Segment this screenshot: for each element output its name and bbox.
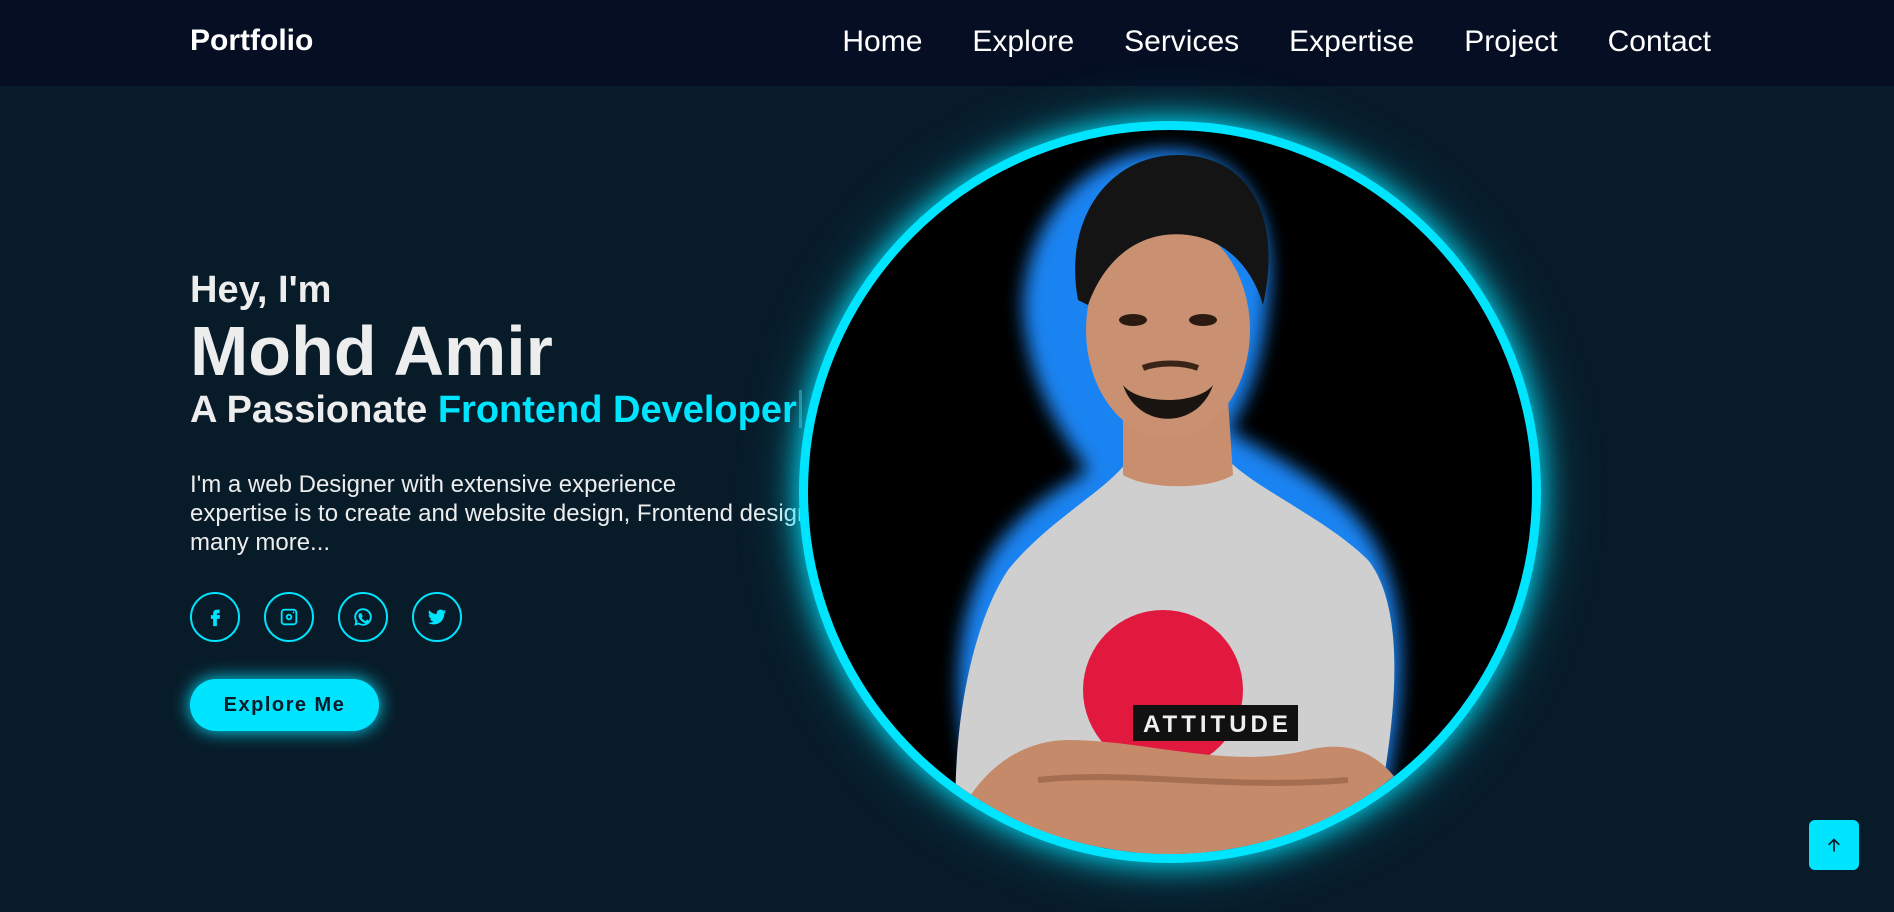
nav-explore[interactable]: Explore	[972, 24, 1074, 60]
nav-links: Home Explore Services Expertise Project …	[842, 24, 1711, 60]
shirt-text: ATTITUDE	[1143, 711, 1292, 738]
tagline-prefix: A Passionate	[190, 389, 438, 431]
facebook-icon	[210, 609, 221, 627]
greeting: Hey, I'm	[190, 269, 332, 311]
nav-project[interactable]: Project	[1464, 24, 1557, 60]
logo[interactable]: Portfolio	[190, 24, 313, 58]
whatsapp-link[interactable]	[338, 592, 388, 642]
nav-home[interactable]: Home	[842, 24, 922, 60]
hero-tagline: A Passionate Frontend Developer	[190, 388, 910, 432]
explore-me-button[interactable]: Explore Me	[190, 679, 379, 731]
twitter-link[interactable]	[412, 592, 462, 642]
whatsapp-icon	[354, 608, 372, 626]
navbar: Portfolio Home Explore Services Expertis…	[0, 0, 1894, 86]
typing-cursor	[798, 390, 802, 428]
person-photo-illustration: ATTITUDE	[948, 150, 1428, 854]
social-links	[190, 592, 462, 642]
instagram-icon	[280, 608, 298, 626]
back-to-top-button[interactable]	[1809, 820, 1859, 870]
nav-contact[interactable]: Contact	[1608, 24, 1711, 60]
instagram-link[interactable]	[264, 592, 314, 642]
nav-expertise[interactable]: Expertise	[1289, 24, 1414, 60]
hero-name: Mohd Amir	[190, 312, 553, 390]
arrow-up-icon	[1828, 838, 1840, 852]
tagline-accent: Frontend Developer	[437, 389, 797, 431]
twitter-icon	[427, 609, 447, 625]
profile-photo: ATTITUDE	[799, 121, 1541, 863]
facebook-link[interactable]	[190, 592, 240, 642]
nav-services[interactable]: Services	[1124, 24, 1239, 60]
arms	[948, 740, 1428, 854]
